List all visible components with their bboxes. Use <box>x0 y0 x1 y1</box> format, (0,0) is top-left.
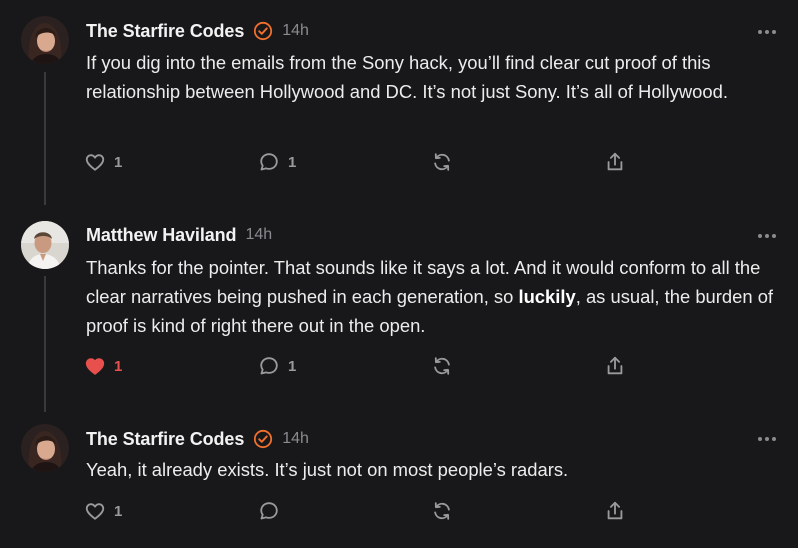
reply-text: Yeah, it already exists. It’s just not o… <box>86 459 569 480</box>
comment-count: 1 <box>288 357 297 375</box>
check-circle-icon <box>253 429 273 449</box>
like-button[interactable]: 1 <box>84 499 122 523</box>
comment-button[interactable]: 1 <box>258 150 296 174</box>
avatar[interactable] <box>21 16 69 64</box>
author-name[interactable]: Matthew Haviland <box>86 225 237 246</box>
like-button[interactable]: 1 <box>84 354 122 378</box>
like-count: 1 <box>114 153 123 171</box>
restack-icon <box>434 357 450 375</box>
comment-icon <box>260 357 278 375</box>
heart-filled-icon <box>85 358 105 375</box>
avatar[interactable] <box>21 221 69 269</box>
thread-line <box>44 276 46 412</box>
restack-button[interactable] <box>431 354 453 378</box>
heart-icon <box>85 154 105 171</box>
more-options-icon[interactable] <box>758 231 776 241</box>
share-icon <box>607 501 623 520</box>
more-options-icon[interactable] <box>758 434 776 444</box>
share-icon <box>607 356 623 375</box>
share-icon <box>607 152 623 171</box>
share-button[interactable] <box>604 499 626 523</box>
check-circle-icon <box>253 21 273 41</box>
reply-header: The Starfire Codes 14h <box>86 428 309 450</box>
restack-icon <box>434 153 450 171</box>
bold-text: luckily <box>518 286 576 307</box>
reply-text: Thanks for the pointer. That sounds like… <box>86 253 776 340</box>
reply-text: If you dig into the emails from the Sony… <box>86 52 728 102</box>
comment-button[interactable] <box>258 499 280 523</box>
author-name[interactable]: The Starfire Codes <box>86 21 244 42</box>
like-count: 1 <box>114 502 123 520</box>
avatar[interactable] <box>21 424 69 472</box>
reply-header: Matthew Haviland 14h <box>86 224 272 246</box>
restack-icon <box>434 502 450 520</box>
author-name[interactable]: The Starfire Codes <box>86 429 244 450</box>
comment-count: 1 <box>288 153 297 171</box>
reply-header: The Starfire Codes 14h <box>86 20 309 42</box>
comment-icon <box>260 153 278 171</box>
more-options-icon[interactable] <box>758 27 776 37</box>
restack-button[interactable] <box>431 499 453 523</box>
timestamp[interactable]: 14h <box>245 226 272 244</box>
share-button[interactable] <box>604 150 626 174</box>
comment-button[interactable]: 1 <box>258 354 296 378</box>
timestamp[interactable]: 14h <box>282 430 309 448</box>
share-button[interactable] <box>604 354 626 378</box>
timestamp[interactable]: 14h <box>282 22 309 40</box>
heart-icon <box>85 503 105 520</box>
like-count: 1 <box>114 357 123 375</box>
restack-button[interactable] <box>431 150 453 174</box>
like-button[interactable]: 1 <box>84 150 122 174</box>
thread-line <box>44 72 46 205</box>
comment-icon <box>260 502 278 520</box>
